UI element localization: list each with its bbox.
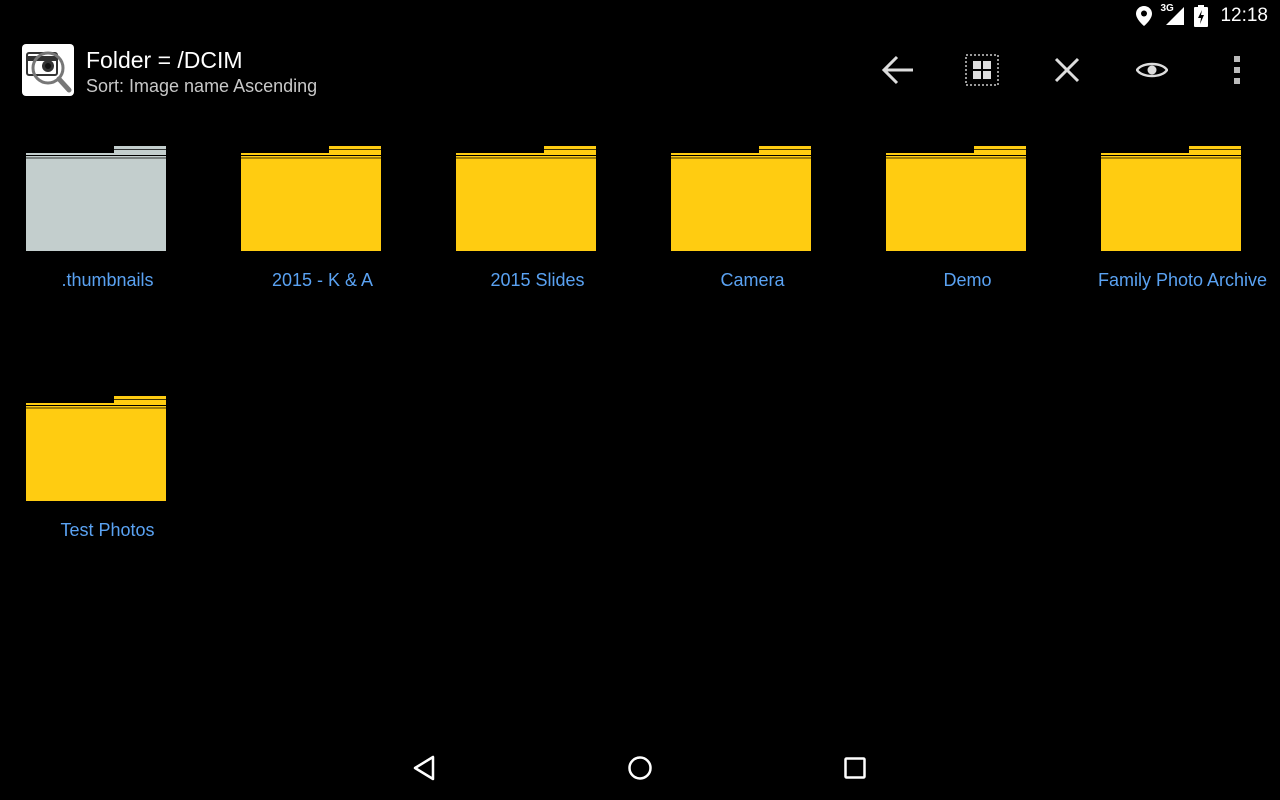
folder-item[interactable]: Camera: [645, 112, 860, 312]
folder-item[interactable]: 2015 Slides: [430, 112, 645, 312]
folder-label: .thumbnails: [61, 270, 154, 290]
battery-icon: [1194, 5, 1209, 27]
nav-recents-button[interactable]: [825, 746, 885, 790]
folder-label: Camera: [720, 270, 785, 290]
folder-icon: [26, 396, 166, 501]
back-arrow-icon: [881, 55, 913, 85]
folder-title: Folder = /DCIM: [86, 47, 243, 73]
title-block: Folder = /DCIM Sort: Image name Ascendin…: [86, 46, 317, 98]
overflow-menu-button[interactable]: [1212, 48, 1262, 92]
folder-icon: [26, 146, 166, 251]
folder-icon: [456, 146, 596, 251]
clock-time: 12:18: [1220, 5, 1268, 26]
folder-label: 2015 Slides: [490, 270, 585, 290]
folder-icon: [241, 146, 381, 251]
view-button[interactable]: [1127, 48, 1177, 92]
folder-icon: [886, 146, 1026, 251]
folder-icon: [1101, 146, 1241, 251]
folder-label: 2015 - K & A: [271, 270, 374, 290]
grid-view-icon: [965, 54, 999, 86]
nav-back-button[interactable]: [394, 746, 454, 790]
location-icon: [1136, 6, 1153, 26]
back-button[interactable]: [873, 48, 923, 92]
action-bar: Folder = /DCIM Sort: Image name Ascendin…: [0, 32, 1280, 112]
navigation-bar: [0, 736, 1280, 800]
grid-view-button[interactable]: [957, 48, 1007, 92]
overflow-menu-icon: [1234, 56, 1240, 84]
folder-item[interactable]: Demo: [860, 112, 1075, 312]
folder-item[interactable]: .thumbnails: [0, 112, 215, 312]
folder-item[interactable]: 2015 - K & A: [215, 112, 430, 312]
folder-label: Family Photo Archive: [1097, 270, 1268, 290]
nav-recents-icon: [844, 757, 866, 779]
folder-icon: [671, 146, 811, 251]
folder-label: Demo: [943, 270, 992, 290]
status-bar: 3G 12:18: [0, 0, 1280, 32]
camera-search-icon[interactable]: [22, 44, 74, 96]
screen: 3G 12:18 Folder = /DCIM Sort: Image name…: [0, 0, 1280, 800]
signal-icon: 3G: [1160, 3, 1186, 27]
nav-home-icon: [628, 756, 652, 780]
close-icon: [1054, 57, 1080, 83]
nav-back-icon: [413, 755, 435, 781]
folder-label: Test Photos: [60, 520, 155, 540]
folder-item[interactable]: Test Photos: [0, 362, 215, 562]
close-button[interactable]: [1042, 48, 1092, 92]
eye-icon: [1136, 62, 1168, 78]
nav-home-button[interactable]: [610, 746, 670, 790]
sort-subtitle: Sort: Image name Ascending: [86, 76, 318, 96]
folder-item[interactable]: Family Photo Archive: [1075, 112, 1280, 312]
